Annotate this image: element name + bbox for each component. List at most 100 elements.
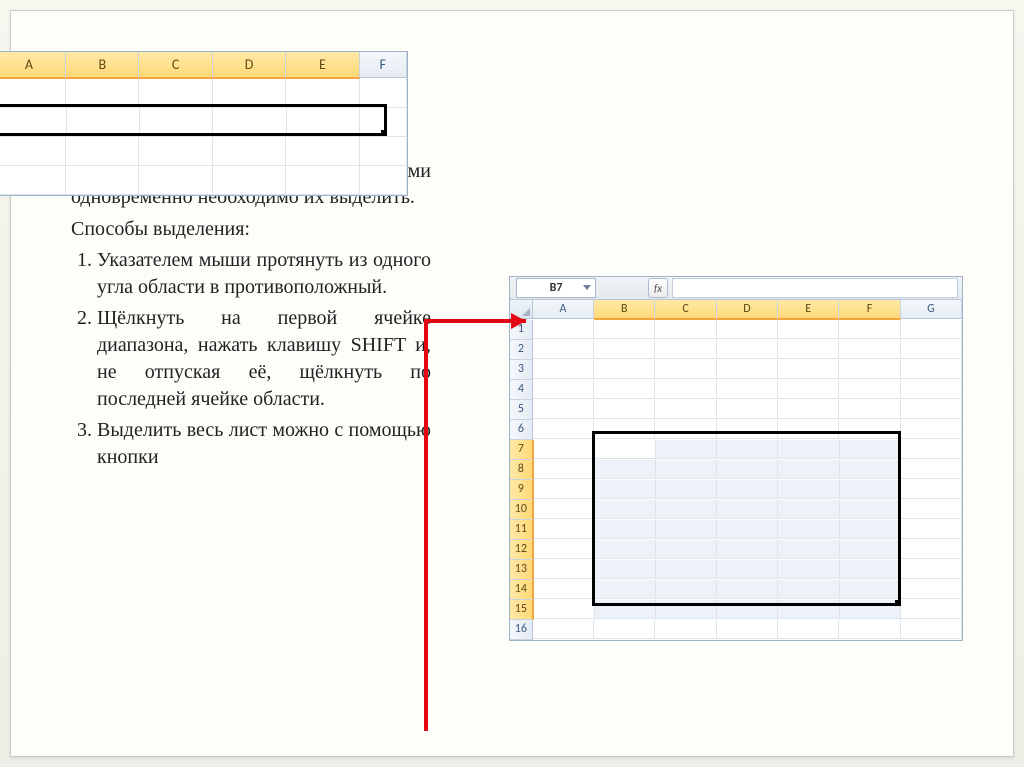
cell[interactable] (656, 440, 717, 459)
cell[interactable] (533, 320, 594, 339)
cell[interactable] (594, 360, 655, 379)
cell[interactable] (717, 440, 778, 459)
cell[interactable] (901, 460, 962, 479)
row-header[interactable]: 5 (510, 400, 533, 420)
cell[interactable] (778, 360, 839, 379)
cell[interactable] (534, 500, 595, 519)
cell[interactable] (839, 380, 900, 399)
cell[interactable] (778, 540, 839, 559)
select-all-corner[interactable] (510, 300, 533, 319)
cell[interactable] (655, 320, 716, 339)
cell[interactable] (778, 420, 839, 439)
cell[interactable] (594, 380, 655, 399)
cell[interactable] (67, 108, 140, 137)
cell[interactable] (839, 320, 900, 339)
row-header[interactable]: 12 (510, 540, 534, 560)
cell[interactable] (655, 620, 716, 639)
cell[interactable] (655, 400, 716, 419)
cell[interactable] (778, 520, 839, 539)
cell[interactable] (656, 560, 717, 579)
cell[interactable] (656, 520, 717, 539)
row-header[interactable]: 2 (510, 340, 533, 360)
cell[interactable] (533, 400, 594, 419)
cell[interactable] (778, 600, 839, 619)
cell[interactable] (213, 137, 286, 166)
cell[interactable] (901, 520, 962, 539)
cell[interactable] (901, 320, 962, 339)
cell[interactable] (717, 520, 778, 539)
cell[interactable] (534, 460, 595, 479)
cell[interactable] (717, 360, 778, 379)
column-header[interactable]: B (594, 300, 655, 320)
cell[interactable] (840, 520, 901, 539)
cell[interactable] (901, 620, 962, 639)
cell[interactable] (656, 480, 717, 499)
cell[interactable] (139, 79, 212, 108)
column-header[interactable]: C (139, 52, 212, 79)
cell[interactable] (139, 137, 212, 166)
column-header[interactable]: D (213, 52, 286, 79)
cell[interactable] (533, 340, 594, 359)
row-header[interactable]: 6 (510, 420, 533, 440)
cell[interactable] (839, 360, 900, 379)
cell[interactable] (534, 480, 595, 499)
row-header[interactable]: 10 (510, 500, 534, 520)
cell[interactable] (840, 580, 901, 599)
cell[interactable] (595, 500, 656, 519)
column-header[interactable]: E (286, 52, 359, 79)
cell[interactable] (778, 320, 839, 339)
cell[interactable] (839, 400, 900, 419)
cell[interactable] (839, 420, 900, 439)
cell[interactable] (656, 460, 717, 479)
cell[interactable] (213, 79, 286, 108)
cell[interactable] (778, 460, 839, 479)
formula-bar[interactable] (672, 278, 958, 298)
cell[interactable] (901, 540, 962, 559)
cell[interactable] (717, 500, 778, 519)
cell[interactable] (901, 500, 962, 519)
cell[interactable] (717, 380, 778, 399)
column-header[interactable]: D (717, 300, 778, 320)
cell[interactable] (595, 480, 656, 499)
cell[interactable] (66, 137, 139, 166)
cell[interactable] (595, 460, 656, 479)
cell[interactable] (717, 460, 778, 479)
cell[interactable] (778, 440, 839, 459)
cell[interactable] (360, 79, 407, 108)
cell[interactable] (778, 620, 839, 639)
cell[interactable] (901, 400, 962, 419)
cell[interactable] (655, 340, 716, 359)
cell[interactable] (717, 580, 778, 599)
cell[interactable] (778, 340, 839, 359)
cell[interactable] (594, 340, 655, 359)
cell[interactable] (594, 320, 655, 339)
cell[interactable] (595, 540, 656, 559)
cell[interactable] (717, 400, 778, 419)
row-header[interactable]: 9 (510, 480, 534, 500)
cell[interactable] (286, 79, 359, 108)
cell[interactable] (534, 600, 595, 619)
cell[interactable] (286, 137, 359, 166)
column-header[interactable]: C (655, 300, 716, 320)
cell[interactable] (595, 440, 656, 459)
cell[interactable] (901, 380, 962, 399)
cell[interactable] (534, 560, 595, 579)
row-header[interactable]: 14 (510, 580, 534, 600)
cell[interactable] (0, 166, 66, 195)
column-header[interactable]: A (0, 52, 66, 79)
cell[interactable] (139, 166, 212, 195)
cell[interactable] (778, 500, 839, 519)
column-header[interactable]: F (360, 52, 407, 78)
cell[interactable] (840, 460, 901, 479)
name-box[interactable]: B7 (516, 278, 596, 298)
cell[interactable] (655, 380, 716, 399)
cell[interactable] (717, 540, 778, 559)
row-header[interactable]: 1 (510, 320, 533, 340)
cell[interactable] (360, 108, 407, 137)
cell[interactable] (655, 360, 716, 379)
cell[interactable] (901, 340, 962, 359)
cell[interactable] (533, 380, 594, 399)
cell[interactable] (840, 500, 901, 519)
cell[interactable] (839, 340, 900, 359)
cell[interactable] (534, 540, 595, 559)
